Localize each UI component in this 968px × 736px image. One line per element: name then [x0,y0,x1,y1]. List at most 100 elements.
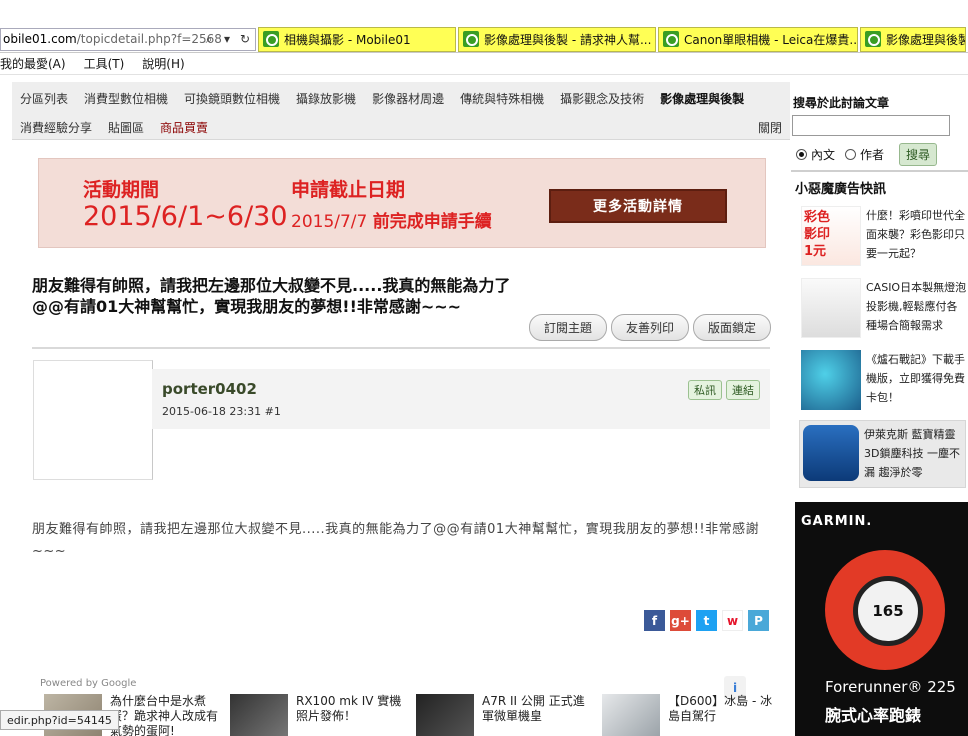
banner-deadline-text: 2015/7/7 前完成申請手續 [291,207,492,232]
nav-item[interactable]: 影像器材周邊 [372,90,444,107]
nav-item[interactable]: 消費型數位相機 [84,90,168,107]
post-username[interactable]: porter0402 [162,380,257,398]
menu-help[interactable]: 說明(H) [142,55,184,72]
refresh-icon[interactable]: ↻ [237,31,253,48]
banner-deadline-label: 申請截止日期 [291,179,406,201]
browser-tab[interactable]: 相機與攝影 - Mobile01 [258,26,456,52]
banner-more-button[interactable]: 更多活動詳情 [549,189,727,223]
topic-title: 朋友難得有帥照，請我把左邊那位大叔變不見.....我真的無能為力了@@有請01大… [32,276,511,316]
ad-item-highlighted[interactable]: 伊萊克斯 藍寶精靈 3D鎖塵科技 一塵不漏 趨淨於零 [799,420,966,488]
address-tab-bar: obile01.com/topicdetail.php?f=2568 ⌕ ▾ ↻… [0,26,968,53]
banner-period-label: 活動期間 [83,179,160,201]
radio-content[interactable] [796,149,807,160]
tab-label: 影像處理與後製 [886,32,966,47]
forum-nav: 分區列表 消費型數位相機 可換鏡頭數位相機 攝錄放影機 影像器材周邊 傳統與特殊… [12,82,790,140]
garmin-ad[interactable]: GARMIN. 165 Forerunner® 225 腕式心率跑錶 [795,502,968,736]
nav-item-active[interactable]: 影像處理與後製 [660,90,744,107]
radio-author-label: 作者 [860,148,885,162]
banner-deadline-date: 2015/7/7 [291,212,368,232]
lock-layout-button[interactable]: 版面鎖定 [693,314,772,341]
post-meta: 2015-06-18 23:31 #1 [162,405,281,418]
ad-item[interactable]: 《爐石戰記》下載手機版，立即獲得免費卡包！ [801,350,968,416]
banner-deadline-suffix: 前完成申請手續 [372,212,492,232]
browser-window: obile01.com/topicdetail.php?f=2568 ⌕ ▾ ↻… [0,0,968,736]
address-bar[interactable]: obile01.com/topicdetail.php?f=2568 ⌕ ▾ ↻ [0,27,256,51]
nav-close-button[interactable]: 關閉 [758,119,782,136]
ad-text: 伊萊克斯 藍寶精靈 3D鎖塵科技 一塵不漏 趨淨於零 [864,428,960,479]
ad-image-hearthstone [801,350,861,410]
tab-label: 相機與攝影 - Mobile01 [284,32,411,47]
share-bar: f g+ t w P [644,610,769,631]
sidebar-search-button[interactable]: 搜尋 [899,143,937,166]
print-button[interactable]: 友善列印 [611,314,690,341]
nav-item[interactable]: 分區列表 [20,90,68,107]
browser-tab[interactable]: Canon單眼相機 - Leica在爆貴... [658,26,858,52]
post-body: 朋友難得有帥照，請我把左邊那位大叔變不見.....我真的無能為力了@@有請01大… [32,522,760,559]
ad-image-vacuum [803,425,859,481]
ad-item[interactable]: CASIO日本製無燈泡投影機,輕鬆應付各種場合簡報需求 [801,278,968,344]
recommend-item[interactable]: 【D600】冰島 - 冰島自駕行 [602,694,778,736]
radio-author[interactable] [845,149,857,160]
search-scope: 內文 作者 [796,146,884,163]
facebook-icon[interactable]: f [644,610,665,631]
ad-image-projector [801,278,861,338]
nav-item[interactable]: 貼圖區 [108,119,144,136]
ad-text: 什麼！彩噴印世代全面來襲？彩色影印只要一元起？ [866,209,965,260]
nav-item[interactable]: 傳統與特殊相機 [460,90,544,107]
recommend-text: A7R II 公開 正式進軍微單機皇 [482,694,585,723]
search-icon[interactable]: ⌕ [201,31,217,48]
recommend-text: 為什麼台中是水煮蛋？跪求神人改成有氣勢的蛋阿! [110,694,219,736]
garmin-tagline: 腕式心率跑錶 [825,706,922,725]
googleplus-icon[interactable]: g+ [670,610,691,631]
plurk-icon[interactable]: P [748,610,769,631]
watch-face: 165 [853,576,923,646]
recommend-text: 【D600】冰島 - 冰島自駕行 [668,694,773,723]
browser-tab[interactable]: 影像處理與後製 - 請求神人幫... [458,26,656,52]
mobile01-favicon-icon [263,31,279,47]
ad-item[interactable]: 彩色 影印 1元 什麼！彩噴印世代全面來襲？彩色影印只要一元起？ [801,206,968,272]
menu-favorites[interactable]: 我的最愛(A) [0,55,66,72]
banner-period-date: 2015/6/1~6/30 [83,201,288,232]
sidebar-search-title: 搜尋於此討論文章 [793,96,890,110]
sidebar: 搜尋於此討論文章 內文 作者 搜尋 小惡魔廣告快訊 彩色 影印 1元 什麼！彩噴印世… [791,82,968,736]
promo-banner[interactable]: 活動期間 2015/6/1~6/30 申請截止日期 2015/7/7 前完成申請… [38,158,766,248]
twitter-icon[interactable]: t [696,610,717,631]
post-floor: #1 [264,405,281,418]
post-link-button[interactable]: 連結 [726,380,760,400]
sidebar-search-input[interactable] [792,115,950,136]
forum-nav-row: 分區列表 消費型數位相機 可換鏡頭數位相機 攝錄放影機 影像器材周邊 傳統與特殊… [20,90,744,107]
post-timestamp: 2015-06-18 23:31 [162,405,262,418]
nav-item[interactable]: 攝錄放影機 [296,90,356,107]
nav-item[interactable]: 消費經驗分享 [20,119,92,136]
post-header: porter0402 2015-06-18 23:31 #1 私訊 連結 [152,369,770,429]
ad-text: 《爐石戰記》下載手機版，立即獲得免費卡包！ [866,353,965,404]
recommend-item[interactable]: RX100 mk IV 實機照片發佈！ [230,694,406,736]
recommend-thumbnail [230,694,288,736]
mobile01-favicon-icon [463,31,479,47]
weibo-icon[interactable]: w [722,610,743,631]
menu-tools[interactable]: 工具(T) [84,55,125,72]
post-badges: 私訊 連結 [688,380,760,400]
recommend-thumbnail [416,694,474,736]
garmin-brand: GARMIN. [801,514,873,529]
radio-content-label: 內文 [811,148,836,162]
nav-item[interactable]: 可換鏡頭數位相機 [184,90,280,107]
nav-item-market[interactable]: 商品買賣 [160,119,208,136]
divider [32,347,770,349]
browser-tab[interactable]: 影像處理與後製 [860,26,966,52]
recommend-thumbnail [602,694,660,736]
mobile01-favicon-icon [865,31,881,47]
address-host: obile01.com [3,32,77,46]
ad-heading: 小惡魔廣告快訊 [791,170,968,197]
tab-label: 影像處理與後製 - 請求神人幫... [484,32,652,47]
nav-item[interactable]: 攝影觀念及技術 [560,90,644,107]
private-message-button[interactable]: 私訊 [688,380,722,400]
topic-actions: 訂閱主題 友善列印 版面鎖定 [529,314,772,341]
recommend-item[interactable]: A7R II 公開 正式進軍微單機皇 [416,694,592,736]
subscribe-button[interactable]: 訂閱主題 [529,314,608,341]
dropdown-icon[interactable]: ▾ [219,31,235,48]
avatar[interactable] [33,360,153,480]
powered-by-google: Powered by Google [40,678,137,689]
ad-text: CASIO日本製無燈泡投影機,輕鬆應付各種場合簡報需求 [866,281,967,332]
forum-nav-row: 消費經驗分享 貼圖區 商品買賣 [20,119,208,136]
